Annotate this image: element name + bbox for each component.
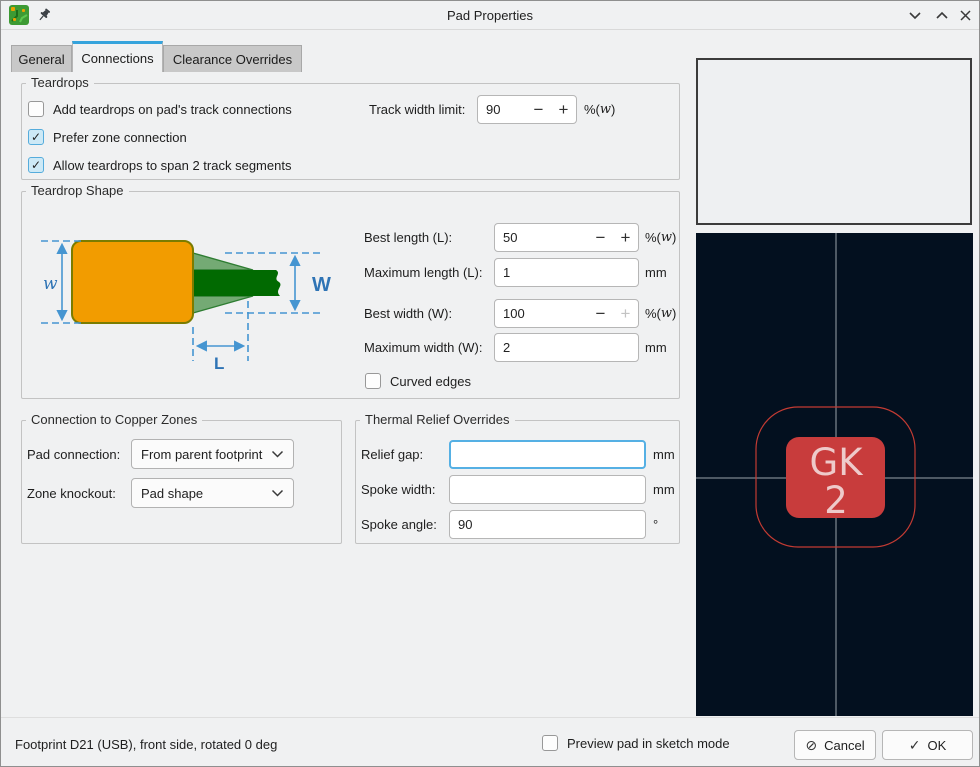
- pad-number-label: 2: [824, 479, 848, 522]
- max-length-label: Maximum length (L):: [364, 258, 482, 287]
- spoke-angle-unit: °: [653, 510, 658, 539]
- relief-gap-label: Relief gap:: [361, 440, 423, 469]
- allow-span-row: ✓ Allow teardrops to span 2 track segmen…: [28, 157, 291, 173]
- check-icon: ✓: [909, 737, 921, 754]
- footprint-status: Footprint D21 (USB), front side, rotated…: [15, 736, 277, 753]
- W-label: W: [312, 274, 331, 296]
- curved-edges-row: Curved edges: [365, 373, 471, 389]
- best-width-label: Best width (W):: [364, 299, 452, 328]
- thermal-relief-legend: Thermal Relief Overrides: [360, 412, 515, 427]
- plus-icon[interactable]: +: [613, 224, 638, 251]
- max-width-unit: mm: [645, 333, 667, 362]
- spoke-angle-label: Spoke angle:: [361, 510, 437, 539]
- window-title: Pad Properties: [1, 1, 979, 29]
- copper-zones-legend: Connection to Copper Zones: [26, 412, 202, 427]
- pad-net-label: GK: [810, 441, 865, 484]
- best-width-input[interactable]: [495, 306, 588, 321]
- preview-sketch-row: Preview pad in sketch mode: [542, 735, 730, 751]
- best-width-spin: − +: [494, 299, 639, 328]
- allow-span-checkbox[interactable]: ✓: [28, 157, 44, 173]
- pad-shape: [72, 241, 193, 323]
- teardrop-diagram: w W L: [29, 229, 339, 374]
- parent-footprint-preview: [696, 58, 972, 225]
- add-teardrops-checkbox[interactable]: [28, 101, 44, 117]
- close-icon: [960, 10, 971, 21]
- zone-knockout-label: Zone knockout:: [27, 478, 116, 508]
- track-width-limit-spin: − +: [477, 95, 577, 124]
- chevron-down-icon: [908, 11, 922, 20]
- zone-knockout-select[interactable]: Pad shape: [131, 478, 294, 508]
- ok-button[interactable]: ✓ OK: [882, 730, 973, 760]
- w-label: w: [43, 274, 58, 294]
- tab-general[interactable]: General: [11, 45, 72, 72]
- minus-icon[interactable]: −: [588, 300, 613, 327]
- prefer-zone-checkbox[interactable]: ✓: [28, 129, 44, 145]
- add-teardrops-row: Add teardrops on pad's track connections: [28, 101, 292, 117]
- shade-button[interactable]: [904, 5, 926, 25]
- teardrop-flank-top: [193, 253, 253, 270]
- tab-connections[interactable]: Connections: [72, 41, 163, 72]
- prefer-zone-row: ✓ Prefer zone connection: [28, 129, 187, 145]
- tab-bar: General Connections Clearance Overrides: [1, 39, 691, 72]
- relief-gap-input[interactable]: [449, 440, 646, 469]
- best-width-unit: %(w ): [645, 299, 676, 328]
- relief-gap-unit: mm: [653, 440, 675, 469]
- teardrops-legend: Teardrops: [26, 75, 94, 90]
- spoke-angle-input[interactable]: [449, 510, 646, 539]
- pad-connection-select[interactable]: From parent footprint: [131, 439, 294, 469]
- track-width-limit-unit: %(w ): [584, 95, 615, 124]
- best-length-unit: %(w ): [645, 223, 676, 252]
- max-width-input[interactable]: [494, 333, 639, 362]
- chevron-up-icon: [935, 11, 949, 20]
- track-width-limit-row: Track width limit:: [369, 95, 465, 124]
- teardrop-shape-legend: Teardrop Shape: [26, 183, 129, 198]
- teardrop-flank-bottom: [193, 296, 253, 313]
- title-bar: Pad Properties: [1, 1, 979, 30]
- pad-properties-dialog: Pad Properties General Connections Clear…: [0, 0, 980, 767]
- chevron-down-icon: [271, 450, 284, 458]
- close-button[interactable]: [954, 5, 976, 25]
- L-label: L: [214, 354, 224, 373]
- max-length-input[interactable]: [494, 258, 639, 287]
- max-length-unit: mm: [645, 258, 667, 287]
- plus-icon[interactable]: +: [613, 300, 638, 327]
- plus-icon[interactable]: +: [551, 96, 576, 123]
- minus-icon[interactable]: −: [588, 224, 613, 251]
- tab-clearance-overrides[interactable]: Clearance Overrides: [163, 45, 302, 72]
- spoke-width-unit: mm: [653, 475, 675, 504]
- best-length-spin: − +: [494, 223, 639, 252]
- best-length-label: Best length (L):: [364, 223, 452, 252]
- chevron-down-icon: [271, 489, 284, 497]
- preview-sketch-checkbox[interactable]: [542, 735, 558, 751]
- track-width-limit-input[interactable]: [478, 102, 526, 117]
- max-width-label: Maximum width (W):: [364, 333, 482, 362]
- pad-preview-canvas[interactable]: GK 2: [696, 233, 973, 716]
- minus-icon[interactable]: −: [526, 96, 551, 123]
- cancel-button[interactable]: ⊘ Cancel: [794, 730, 876, 760]
- cancel-icon: ⊘: [805, 737, 817, 754]
- curved-edges-checkbox[interactable]: [365, 373, 381, 389]
- spoke-width-input[interactable]: [449, 475, 646, 504]
- spoke-width-label: Spoke width:: [361, 475, 435, 504]
- footer-divider: [1, 717, 979, 718]
- pad-connection-label: Pad connection:: [27, 439, 120, 469]
- maximize-button[interactable]: [931, 5, 953, 25]
- track-shape: [193, 270, 280, 296]
- best-length-input[interactable]: [495, 230, 588, 245]
